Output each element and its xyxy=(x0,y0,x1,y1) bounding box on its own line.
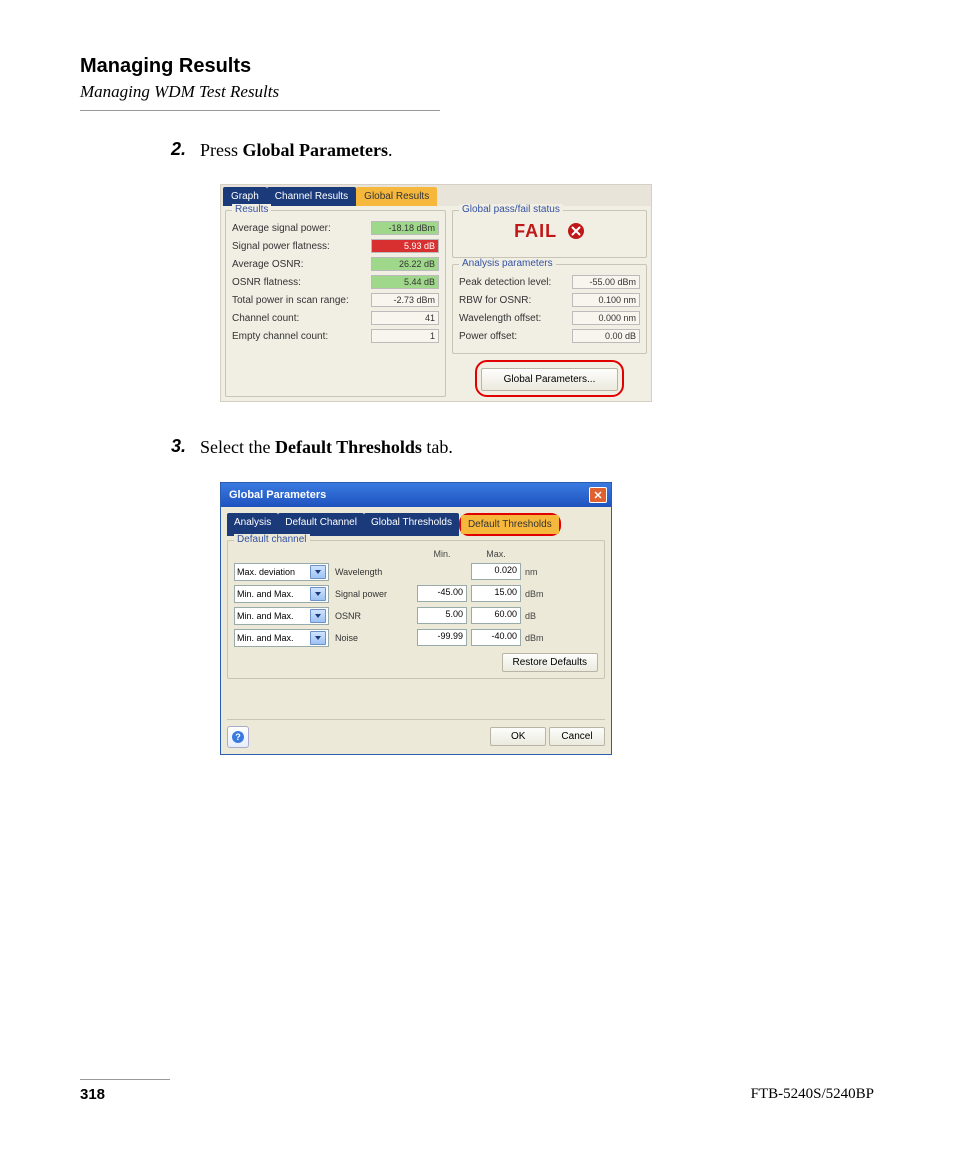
label-signal-flatness: Signal power flatness: xyxy=(232,241,330,252)
page-number: 318 xyxy=(80,1086,105,1103)
analysis-title: Analysis parameters xyxy=(459,258,556,269)
svg-text:?: ? xyxy=(235,732,241,742)
label-wavelength: Wavelength xyxy=(333,567,413,577)
label-noise: Noise xyxy=(333,633,413,643)
ok-button[interactable]: OK xyxy=(490,727,546,746)
value-avg-osnr: 26.22 dB xyxy=(371,257,439,271)
cancel-button[interactable]: Cancel xyxy=(549,727,605,746)
input-signal-min[interactable]: -45.00 xyxy=(417,585,467,602)
chevron-down-icon[interactable] xyxy=(310,565,326,579)
unit-signal: dBm xyxy=(525,589,555,599)
value-osnr-flatness: 5.44 dB xyxy=(371,275,439,289)
value-power-offset: 0.00 dB xyxy=(572,329,640,343)
label-power-offset: Power offset: xyxy=(459,331,517,342)
label-empty-channel-count: Empty channel count: xyxy=(232,331,328,342)
product-model: FTB-5240S/5240BP xyxy=(751,1086,874,1103)
passfail-title: Global pass/fail status xyxy=(459,204,563,215)
label-avg-signal-power: Average signal power: xyxy=(232,223,331,234)
input-osnr-max[interactable]: 60.00 xyxy=(471,607,521,624)
value-peak-detection: -55.00 dBm xyxy=(572,275,640,289)
help-icon[interactable]: ? xyxy=(227,726,249,748)
chapter-title: Managing Results xyxy=(80,55,874,78)
step-number: 3. xyxy=(80,436,200,459)
dialog-title-bar: Global Parameters xyxy=(221,483,611,507)
section-title: Managing WDM Test Results xyxy=(80,82,874,102)
unit-noise: dBm xyxy=(525,633,555,643)
value-avg-signal-power: -18.18 dBm xyxy=(371,221,439,235)
page-footer: 318 FTB-5240S/5240BP xyxy=(80,1079,874,1103)
global-parameters-button[interactable]: Global Parameters... xyxy=(481,368,619,391)
step-text: Select the Default Thresholds tab. xyxy=(200,436,453,459)
step-number: 2. xyxy=(80,139,200,162)
unit-osnr: dB xyxy=(525,611,555,621)
value-signal-flatness: 5.93 dB xyxy=(371,239,439,253)
label-peak-detection: Peak detection level: xyxy=(459,277,551,288)
value-rbw-osnr: 0.100 nm xyxy=(572,293,640,307)
header-max: Max. xyxy=(471,549,521,559)
screenshot-default-thresholds: Global Parameters Analysis Default Chann… xyxy=(220,482,874,755)
label-signal-power: Signal power xyxy=(333,589,413,599)
restore-defaults-button[interactable]: Restore Defaults xyxy=(502,653,598,672)
input-noise-max[interactable]: -40.00 xyxy=(471,629,521,646)
value-empty-channel-count: 1 xyxy=(371,329,439,343)
input-signal-max[interactable]: 15.00 xyxy=(471,585,521,602)
tab-channel-results[interactable]: Channel Results xyxy=(267,187,356,206)
default-channel-title: Default channel xyxy=(234,534,310,545)
unit-wavelength: nm xyxy=(525,567,555,577)
mode-select-signal[interactable]: Min. and Max. xyxy=(234,585,329,603)
input-osnr-min[interactable]: 5.00 xyxy=(417,607,467,624)
dialog-footer: ? OK Cancel xyxy=(227,719,605,748)
label-osnr: OSNR xyxy=(333,611,413,621)
value-channel-count: 41 xyxy=(371,311,439,325)
step-text: Press Global Parameters. xyxy=(200,139,392,162)
passfail-status: FAIL xyxy=(459,217,640,251)
passfail-group: Global pass/fail status FAIL xyxy=(452,210,647,258)
dialog-title: Global Parameters xyxy=(229,489,326,501)
chevron-down-icon[interactable] xyxy=(310,631,326,645)
value-wavelength-offset: 0.000 nm xyxy=(572,311,640,325)
footer-divider xyxy=(80,1079,170,1080)
chevron-down-icon[interactable] xyxy=(310,587,326,601)
callout-highlight-tab: Default Thresholds xyxy=(459,513,561,536)
header-min: Min. xyxy=(417,549,467,559)
label-avg-osnr: Average OSNR: xyxy=(232,259,304,270)
chevron-down-icon[interactable] xyxy=(310,609,326,623)
tab-default-thresholds[interactable]: Default Thresholds xyxy=(461,515,559,534)
tab-global-results[interactable]: Global Results xyxy=(356,187,437,206)
tab-analysis[interactable]: Analysis xyxy=(227,513,278,536)
results-group: Results Average signal power:-18.18 dBm … xyxy=(225,210,446,397)
step-2: 2. Press Global Parameters. xyxy=(80,139,874,162)
dialog-tab-bar: Analysis Default Channel Global Threshol… xyxy=(227,513,605,536)
close-icon[interactable] xyxy=(589,487,607,503)
label-wavelength-offset: Wavelength offset: xyxy=(459,313,541,324)
input-noise-min[interactable]: -99.99 xyxy=(417,629,467,646)
label-total-power: Total power in scan range: xyxy=(232,295,349,306)
label-rbw-osnr: RBW for OSNR: xyxy=(459,295,531,306)
global-parameters-wrapper: Global Parameters... xyxy=(452,360,647,397)
value-total-power: -2.73 dBm xyxy=(371,293,439,307)
mode-select-osnr[interactable]: Min. and Max. xyxy=(234,607,329,625)
mode-select-noise[interactable]: Min. and Max. xyxy=(234,629,329,647)
results-group-title: Results xyxy=(232,204,271,215)
mode-select-wavelength[interactable]: Max. deviation xyxy=(234,563,329,581)
screenshot-global-results: Graph Channel Results Global Results Res… xyxy=(220,184,874,402)
tab-bar: Graph Channel Results Global Results xyxy=(221,185,651,206)
default-channel-group: Default channel Min. Max. Max. deviation… xyxy=(227,540,605,679)
tab-default-channel[interactable]: Default Channel xyxy=(278,513,364,536)
label-channel-count: Channel count: xyxy=(232,313,299,324)
step-3: 3. Select the Default Thresholds tab. xyxy=(80,436,874,459)
header-divider xyxy=(80,110,440,111)
callout-highlight: Global Parameters... xyxy=(475,360,625,397)
input-wavelength-max[interactable]: 0.020 xyxy=(471,563,521,580)
analysis-group: Analysis parameters Peak detection level… xyxy=(452,264,647,354)
label-osnr-flatness: OSNR flatness: xyxy=(232,277,301,288)
tab-global-thresholds[interactable]: Global Thresholds xyxy=(364,513,459,536)
fail-icon xyxy=(567,222,585,245)
